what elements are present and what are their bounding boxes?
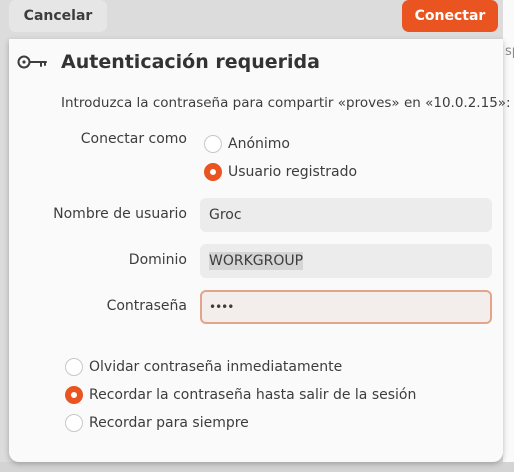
authentication-dialog: Autenticación requerida Introduzca la co… [9,39,511,462]
dialog-subtitle: Introduzca la contraseña para compartir … [61,95,511,111]
radio-label: Anónimo [228,136,290,152]
connect-as-label: Conectar como [80,131,187,147]
radio-anonymous[interactable]: Anónimo [204,135,290,153]
radio-label: Usuario registrado [228,164,358,180]
radio-registered-user[interactable]: Usuario registrado [204,163,357,181]
domain-field[interactable]: WORKGROUP [200,244,492,278]
background-window [503,0,514,472]
radio-remember-forever[interactable]: Recordar para siempre [65,414,249,432]
dialog-title: Autenticación requerida [61,51,320,73]
radio-button[interactable] [204,135,222,153]
connect-button[interactable]: Conectar [402,0,498,32]
radio-remember-session[interactable]: Recordar la contraseña hasta salir de la… [65,386,416,404]
radio-label: Olvidar contraseña inmediatamente [89,359,343,375]
key-icon [17,55,47,69]
password-field[interactable]: •••• [200,290,492,324]
password-value: •••• [209,300,234,314]
radio-button-selected[interactable] [65,386,83,404]
radio-button-selected[interactable] [204,163,222,181]
header-bar: Cancelar Conectar [0,0,514,39]
domain-label: Dominio [128,252,187,268]
domain-value: WORKGROUP [209,252,304,270]
cancel-button[interactable]: Cancelar [9,0,107,32]
username-label: Nombre de usuario [53,206,187,222]
radio-button[interactable] [65,358,83,376]
username-field[interactable]: Groc [200,198,492,232]
username-value: Groc [209,207,242,223]
radio-button[interactable] [65,414,83,432]
radio-label: Recordar la contraseña hasta salir de la… [89,387,417,403]
password-label: Contraseña [106,298,187,314]
dialog-title-row: Autenticación requerida [17,51,320,73]
radio-label: Recordar para siempre [89,415,249,431]
radio-forget-immediately[interactable]: Olvidar contraseña inmediatamente [65,358,342,376]
background-desktop [0,462,514,472]
background-window-text: sp [505,44,514,59]
